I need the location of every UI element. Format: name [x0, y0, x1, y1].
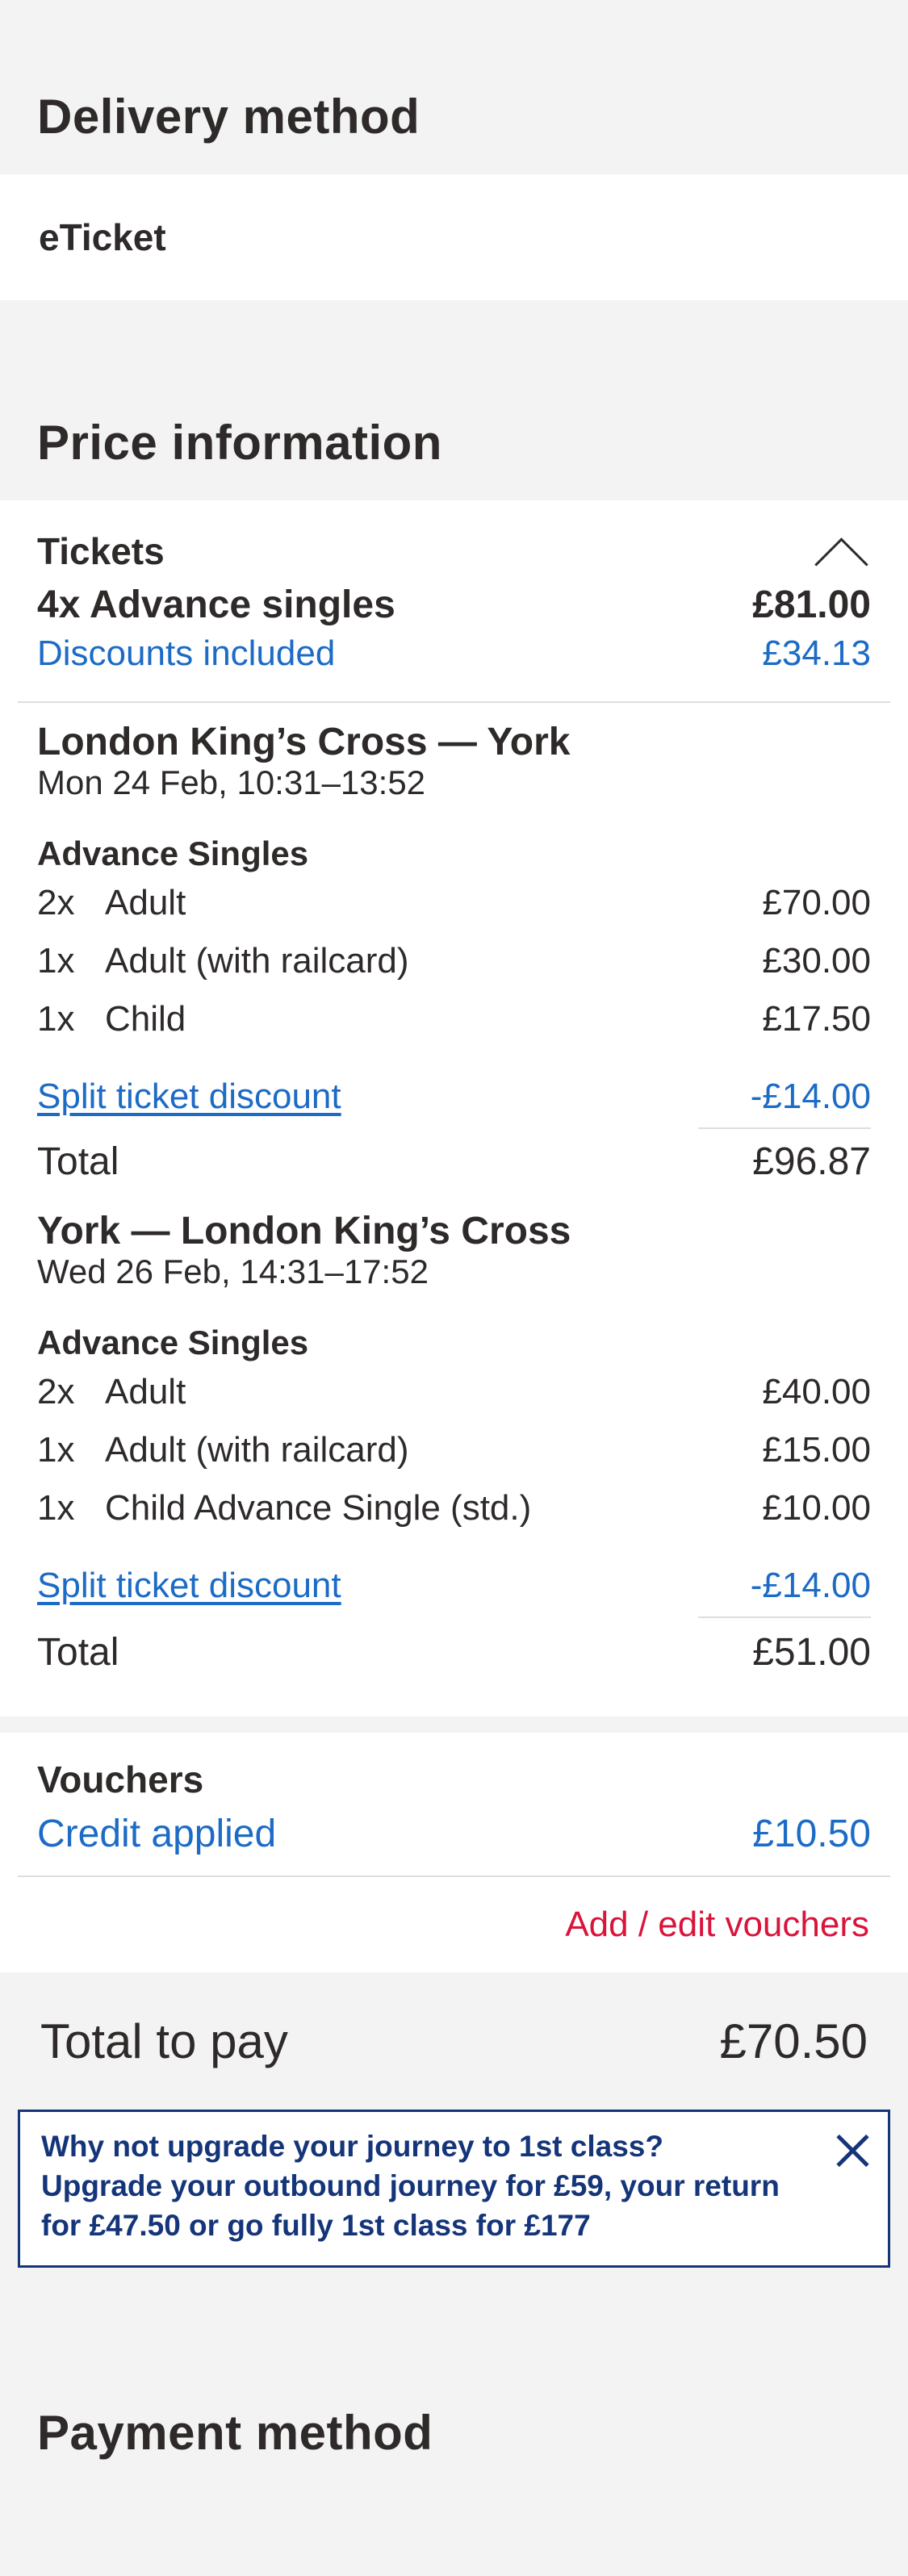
total-to-pay-row: Total to pay £70.50 — [0, 1972, 908, 2110]
fare-line-amount: £15.00 — [762, 1430, 871, 1470]
tickets-summary-label: 4x Advance singles — [37, 583, 395, 626]
fare-line-amount: £40.00 — [762, 1372, 871, 1411]
fare-line-qty: 1x — [37, 941, 75, 981]
chevron-up-icon[interactable] — [811, 531, 869, 571]
fare-line-amount: £70.00 — [762, 883, 871, 922]
fare-line-amount: £30.00 — [762, 941, 871, 981]
vouchers-section: Vouchers Credit applied £10.50 — [0, 1733, 908, 1876]
credit-applied-row: Credit applied £10.50 — [37, 1812, 871, 1876]
total-rule — [698, 1616, 871, 1618]
discounts-row: Discounts included £34.13 — [37, 634, 871, 701]
fare-line-label: Adult (with railcard) — [105, 941, 409, 981]
vouchers-panel: Vouchers Credit applied £10.50 Add / edi… — [0, 1733, 908, 1972]
total-rule — [698, 1127, 871, 1129]
price-panel: Tickets 4x Advance singles £81.00 Discou… — [0, 500, 908, 1717]
fare-line-label: Child — [105, 999, 186, 1039]
split-ticket-discount-link[interactable]: Split ticket discount — [37, 1566, 341, 1606]
journey-route: York — London King’s Cross — [37, 1210, 571, 1252]
journey-return: York — London King’s Cross Wed 26 Feb, 1… — [0, 1197, 908, 1717]
fare-type-title: Advance Singles — [37, 834, 309, 872]
total-to-pay-amount: £70.50 — [719, 2014, 868, 2068]
journey-total-label: Total — [37, 1630, 119, 1674]
fare-line: 1x Child Advance Single (std.) £10.00 — [37, 1479, 871, 1537]
split-ticket-discount-amount: -£14.00 — [750, 1566, 871, 1605]
fare-line-qty: 1x — [37, 1488, 75, 1528]
section-spacer — [0, 1717, 908, 1733]
fare-line: 1x Adult (with railcard) £30.00 — [37, 932, 871, 990]
close-icon[interactable] — [833, 2130, 872, 2168]
delivery-method-option[interactable]: eTicket — [0, 174, 908, 300]
fare-line-label: Child Advance Single (std.) — [105, 1488, 532, 1528]
fare-line: 1x Child £17.50 — [37, 990, 871, 1048]
fare-line: 1x Adult (with railcard) £15.00 — [37, 1421, 871, 1479]
fare-line-label: Adult — [105, 1372, 186, 1411]
fare-line: 2x Adult £40.00 — [37, 1363, 871, 1421]
journey-datetime: Mon 24 Feb, 10:31–13:52 — [37, 763, 426, 801]
split-ticket-discount-amount: -£14.00 — [750, 1077, 871, 1116]
journey-datetime: Wed 26 Feb, 14:31–17:52 — [37, 1252, 429, 1290]
upgrade-banner-text: Why not upgrade your journey to 1st clas… — [41, 2130, 780, 2242]
fare-line: 2x Adult £70.00 — [37, 874, 871, 932]
vouchers-title: Vouchers — [37, 1758, 204, 1800]
fare-line-qty: 1x — [37, 1430, 75, 1470]
add-edit-vouchers-row: Add / edit vouchers — [0, 1877, 908, 1972]
payment-method-title: Payment method — [37, 2406, 433, 2460]
fare-line-label: Adult — [105, 883, 186, 922]
tickets-label: Tickets — [37, 530, 165, 572]
total-to-pay-label: Total to pay — [40, 2014, 288, 2068]
credit-applied-label: Credit applied — [37, 1813, 277, 1855]
journey-total-amount: £96.87 — [752, 1140, 871, 1183]
fare-line-qty: 2x — [37, 883, 75, 922]
add-edit-vouchers-link[interactable]: Add / edit vouchers — [565, 1905, 869, 1945]
fare-line-qty: 1x — [37, 999, 75, 1039]
split-ticket-row: Split ticket discount -£14.00 — [37, 1068, 871, 1126]
price-information-title: Price information — [37, 416, 442, 470]
upgrade-banner: Why not upgrade your journey to 1st clas… — [18, 2110, 890, 2268]
journey-route: London King’s Cross — York — [37, 721, 571, 763]
fare-line-amount: £10.00 — [762, 1488, 871, 1528]
tickets-summary-amount: £81.00 — [752, 583, 871, 626]
split-ticket-discount-link[interactable]: Split ticket discount — [37, 1077, 341, 1117]
delivery-method-title: Delivery method — [37, 90, 421, 144]
fare-line-qty: 2x — [37, 1372, 75, 1411]
fare-type-title: Advance Singles — [37, 1324, 309, 1361]
split-ticket-row: Split ticket discount -£14.00 — [37, 1557, 871, 1615]
discounts-amount: £34.13 — [762, 634, 871, 673]
tickets-summary-row: 4x Advance singles £81.00 — [37, 583, 871, 627]
checkout-page: Delivery method eTicket Price informatio… — [0, 0, 908, 2576]
fare-line-label: Adult (with railcard) — [105, 1430, 409, 1470]
delivery-method-value: eTicket — [39, 216, 166, 258]
journey-total-label: Total — [37, 1140, 119, 1183]
journey-total-row: Total £51.00 — [37, 1615, 871, 1689]
tickets-header[interactable]: Tickets — [37, 523, 871, 579]
journey-total-row: Total £96.87 — [37, 1126, 871, 1197]
discounts-label: Discounts included — [37, 634, 336, 673]
tickets-summary: Tickets 4x Advance singles £81.00 Discou… — [0, 500, 908, 701]
credit-applied-amount: £10.50 — [752, 1813, 871, 1855]
fare-line-amount: £17.50 — [762, 999, 871, 1039]
journey-total-amount: £51.00 — [752, 1630, 871, 1674]
journey-outbound: London King’s Cross — York Mon 24 Feb, 1… — [0, 703, 908, 1197]
